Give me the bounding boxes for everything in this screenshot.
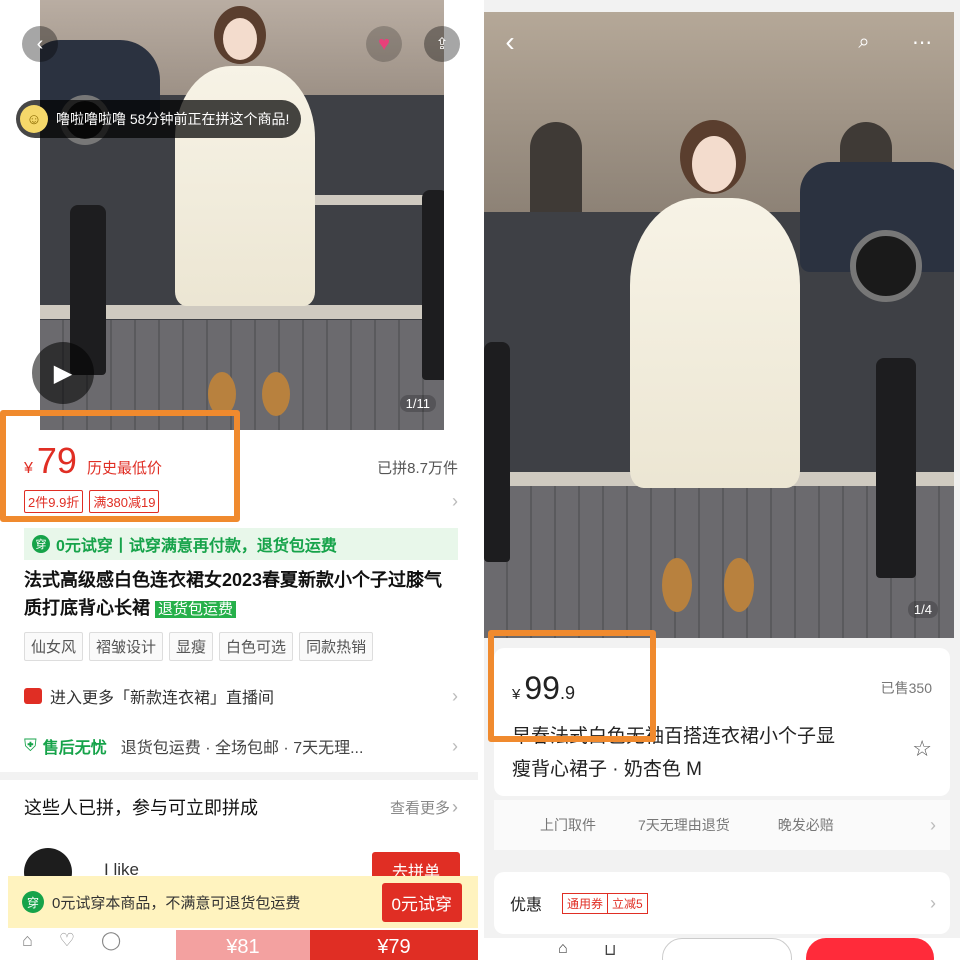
service-item: 晚发必赔 xyxy=(777,817,834,833)
share-icon: ⇪ xyxy=(435,36,449,53)
live-room-link[interactable]: 进入更多「新款连衣裙」直播间 › xyxy=(24,684,458,708)
add-to-cart-button[interactable] xyxy=(662,938,792,960)
bollard xyxy=(422,190,444,380)
chevron-right-icon: › xyxy=(452,491,458,511)
chip[interactable]: 同款热销 xyxy=(299,632,374,661)
service-item: 7天无理由退货 xyxy=(638,817,730,833)
trial-bar-text: 0元试穿本商品，不满意可退货包运费 xyxy=(52,894,301,912)
store-icon[interactable]: ⌂ xyxy=(558,940,568,958)
group-buy-button[interactable]: ¥79 xyxy=(310,930,478,960)
free-trial-button[interactable]: 0元试穿 xyxy=(381,882,462,922)
store-icon[interactable]: ⌂ xyxy=(22,930,33,960)
search-icon: ⌕ xyxy=(858,30,870,53)
service-item: 上门取件 xyxy=(540,817,596,833)
chip[interactable]: 白色可选 xyxy=(219,632,294,661)
notice-text: 噜啦噜啦噜 58分钟前正在拼这个商品! xyxy=(56,111,290,127)
photo-counter: 1/4 xyxy=(907,601,938,618)
sold-count: 已售350 xyxy=(880,680,932,696)
promo-label: 优惠 xyxy=(510,897,543,914)
group-section-header: 这些人已拼，参与可立即拼成 查看更多 › xyxy=(24,794,458,820)
shield-check-icon: ⛨ xyxy=(24,736,37,755)
left-product-page: 1/11 ‹ ♥ ⇪ ☺ 噜啦噜啦噜 58分钟前正在拼这个商品! ▶ ¥ 79 … xyxy=(0,0,478,960)
chevron-right-icon: › xyxy=(452,735,458,756)
model-shoe xyxy=(262,372,290,416)
price-highlight-box xyxy=(0,410,240,522)
chevron-right-icon: › xyxy=(452,796,458,817)
user-avatar: ☺ xyxy=(20,105,48,133)
bollard xyxy=(484,342,510,562)
bottom-action-bar: ⌂ ⊔ xyxy=(484,938,960,960)
coupon-amount: 立减5 xyxy=(612,896,643,911)
product-photo[interactable]: 1/4 xyxy=(484,12,954,638)
price-highlight-box xyxy=(488,630,656,742)
bottom-icons: ⌂ ♡ ◯ xyxy=(0,930,176,960)
title-line: 瘦背心裙子 · 奶杏色 M xyxy=(512,759,702,780)
favorite-button[interactable]: ♥ xyxy=(366,26,402,62)
back-button[interactable]: ‹ xyxy=(492,24,528,60)
bollard xyxy=(876,358,916,578)
chevron-left-icon: ‹ xyxy=(505,26,515,57)
chat-icon[interactable]: ◯ xyxy=(101,930,121,960)
heart-icon: ♥ xyxy=(378,32,390,55)
play-video-button[interactable]: ▶ xyxy=(32,342,94,404)
promo-row[interactable]: 优惠 通用券 立减5 › xyxy=(494,872,950,934)
group-buy-notice: ☺ 噜啦噜啦噜 58分钟前正在拼这个商品! xyxy=(16,100,302,138)
trial-bottom-bar: 穿 0元试穿本商品，不满意可退货包运费 0元试穿 xyxy=(8,876,478,928)
model-shoe xyxy=(662,558,692,612)
coupon-type: 通用券 xyxy=(563,893,609,913)
back-button[interactable]: ‹ xyxy=(22,26,58,62)
buy-now-button[interactable] xyxy=(806,938,934,960)
chip[interactable]: 显瘦 xyxy=(169,632,214,661)
photo-counter: 1/11 xyxy=(399,395,436,412)
chevron-left-icon: ‹ xyxy=(36,32,44,55)
trial-badge-icon: 穿 xyxy=(32,535,50,553)
feature-chips: 仙女风 褶皱设计 显瘦 白色可选 同款热销 xyxy=(24,632,458,661)
coupon-tag: 通用券 立减5 xyxy=(562,892,648,914)
service-row[interactable]: 上门取件 7天无理由退货 晚发必赔 › xyxy=(494,800,950,850)
star-favorite-icon[interactable]: ☆ xyxy=(912,736,932,762)
cart-icon[interactable]: ⊔ xyxy=(604,940,616,960)
chevron-right-icon: › xyxy=(930,814,936,835)
live-icon xyxy=(24,688,42,704)
group-section-title: 这些人已拼，参与可立即拼成 xyxy=(24,798,258,818)
search-button[interactable]: ⌕ xyxy=(846,24,882,60)
free-trial-banner[interactable]: 穿 0元试穿丨试穿满意再付款，退货包运费 xyxy=(24,528,458,560)
bottom-action-bar: ⌂ ♡ ◯ ¥81 ¥79 xyxy=(0,930,478,960)
chevron-right-icon: › xyxy=(452,685,458,706)
chevron-right-icon: › xyxy=(930,892,936,913)
share-button[interactable]: ⇪ xyxy=(424,26,460,62)
more-button[interactable]: ⋯ xyxy=(904,24,940,60)
after-sale-items: 退货包运费 · 全场包邮 · 7天无理... xyxy=(120,740,364,757)
model-dress xyxy=(630,198,800,488)
chip[interactable]: 褶皱设计 xyxy=(89,632,164,661)
buy-alone-button[interactable]: ¥81 xyxy=(176,930,310,960)
model-face xyxy=(223,18,257,60)
chip[interactable]: 仙女风 xyxy=(24,632,84,661)
product-photo[interactable]: 1/11 xyxy=(40,0,444,430)
see-more-link[interactable]: 查看更多 xyxy=(390,797,450,818)
trial-banner-text: 0元试穿丨试穿满意再付款，退货包运费 xyxy=(56,538,337,555)
car-wheel xyxy=(850,230,922,302)
title-tag: 退货包运费 xyxy=(155,601,237,618)
section-divider xyxy=(0,772,478,780)
trial-badge-icon: 穿 xyxy=(22,891,44,913)
right-product-page: 1/4 ‹ ⌕ ⋯ ¥ 99 .9 已售350 早春法式白色无袖百搭连衣裙小个子… xyxy=(484,0,960,960)
after-sale-label: 售后无忧 xyxy=(42,740,107,757)
live-room-text: 进入更多「新款连衣裙」直播间 xyxy=(50,690,275,707)
heart-icon[interactable]: ♡ xyxy=(59,930,75,960)
model-face xyxy=(692,136,736,192)
after-sale-row[interactable]: ⛨ 售后无忧 退货包运费 · 全场包邮 · 7天无理... › xyxy=(24,734,458,758)
product-title: 法式高级感白色连衣裙女2023春夏新款小个子过膝气质打底背心长裙 退货包运费 xyxy=(24,566,460,624)
play-icon: ▶ xyxy=(53,359,73,387)
model-shoe xyxy=(724,558,754,612)
sold-count: 已拼8.7万件 xyxy=(377,460,458,477)
road-marking xyxy=(310,195,440,205)
building-arch xyxy=(530,122,582,212)
more-icon: ⋯ xyxy=(912,31,932,54)
